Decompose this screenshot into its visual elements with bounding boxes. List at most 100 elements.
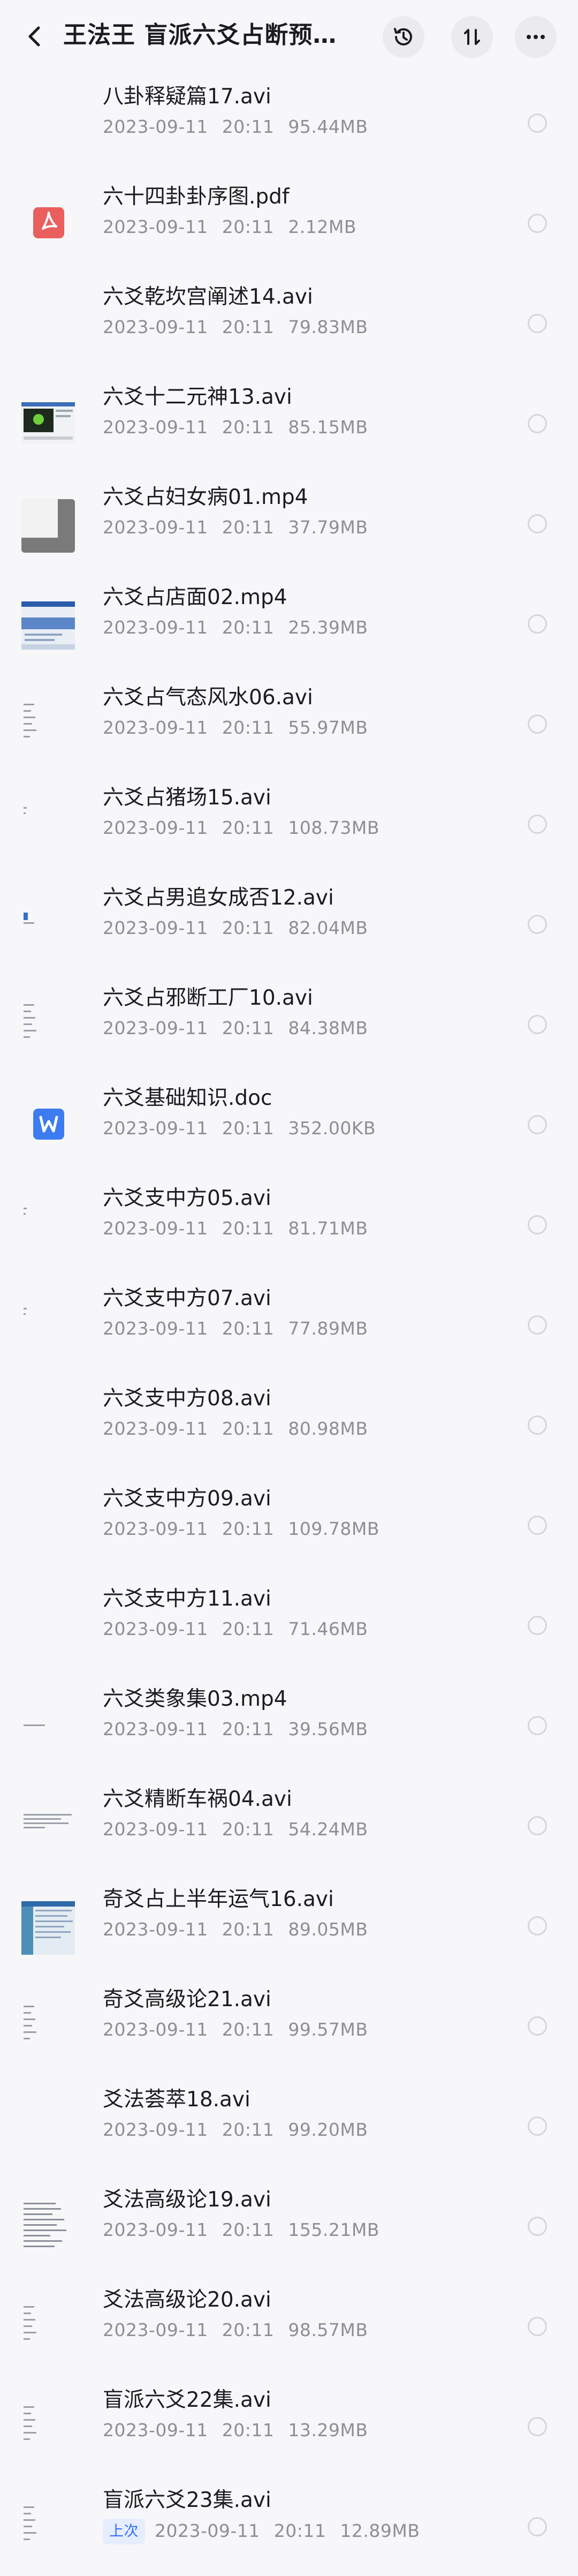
file-name: 奇爻高级论21.avi [103,1987,271,2012]
file-row[interactable]: 爻法高级论19.avi 2023-09-11 20:11 155.21MB [0,2175,578,2276]
file-row[interactable]: 爻法高级论20.avi 2023-09-11 20:11 98.57MB [0,2276,578,2376]
select-radio[interactable] [528,1916,547,1935]
file-row[interactable]: 奇爻占上半年运气16.avi 2023-09-11 20:11 89.05MB [0,1875,578,1975]
select-radio[interactable] [528,1615,547,1635]
file-row[interactable]: 六爻支中方08.avi 2023-09-11 20:11 80.98MB [0,1374,578,1474]
file-meta: 上次 2023-09-11 20:11 12.89MB [103,2519,420,2544]
file-row[interactable]: 六爻支中方09.avi 2023-09-11 20:11 109.78MB [0,1474,578,1575]
file-time: 20:11 [222,1819,275,1840]
file-row[interactable]: 六十四卦卦序图.pdf 2023-09-11 20:11 2.12MB [0,172,578,273]
select-radio[interactable] [528,413,547,433]
file-name: 六爻占邪断工厂10.avi [103,986,313,1010]
back-arrow-icon[interactable] [20,21,50,51]
select-radio[interactable] [528,714,547,734]
file-thumbnail [21,1692,75,1757]
select-radio[interactable] [528,1816,547,1835]
file-meta: 2023-09-11 20:11 13.29MB [103,2419,368,2442]
file-size: 109.78MB [288,1518,379,1539]
select-radio[interactable] [528,1515,547,1535]
select-radio[interactable] [528,2517,547,2536]
file-name: 六爻占男追女成否12.avi [103,886,334,910]
more-button[interactable] [515,16,557,58]
file-thumbnail [21,1993,75,2057]
select-radio[interactable] [528,2116,547,2136]
file-meta: 2023-09-11 20:11 39.56MB [103,1718,368,1741]
file-row[interactable]: 八卦释疑篇17.avi 2023-09-11 20:11 95.44MB [0,72,578,172]
file-size: 54.24MB [288,1819,368,1840]
file-date: 2023-09-11 [103,216,208,237]
file-meta: 2023-09-11 20:11 80.98MB [103,1417,368,1441]
select-radio[interactable] [528,2016,547,2036]
file-row[interactable]: 六爻占男追女成否12.avi 2023-09-11 20:11 82.04MB [0,873,578,974]
select-radio[interactable] [528,1315,547,1335]
file-row[interactable]: 盲派六爻23集.avi 上次 2023-09-11 20:11 12.89MB [0,2476,578,2576]
select-radio[interactable] [528,313,547,333]
file-date: 2023-09-11 [103,116,208,137]
file-row[interactable]: 六爻占猪场15.avi 2023-09-11 20:11 108.73MB [0,773,578,873]
file-time: 20:11 [222,417,275,438]
file-name: 六爻支中方09.avi [103,1487,271,1511]
last-opened-badge: 上次 [103,2519,145,2544]
select-radio[interactable] [528,213,547,233]
select-radio[interactable] [528,814,547,834]
file-date: 2023-09-11 [103,1919,208,1940]
file-row[interactable]: 六爻类象集03.mp4 2023-09-11 20:11 39.56MB [0,1675,578,1775]
select-radio[interactable] [528,514,547,533]
file-row[interactable]: 六爻支中方05.avi 2023-09-11 20:11 81.71MB [0,1174,578,1274]
file-size: 84.38MB [288,1018,368,1038]
file-date: 2023-09-11 [103,617,208,638]
file-row[interactable]: 六爻占气态风水06.avi 2023-09-11 20:11 55.97MB [0,673,578,773]
sort-button[interactable] [451,16,493,58]
file-name: 六爻占气态风水06.avi [103,686,313,710]
file-thumbnail [21,591,75,655]
file-row[interactable]: 六爻占妇女病01.mp4 2023-09-11 20:11 37.79MB [0,473,578,573]
file-size: 55.97MB [288,717,368,738]
file-size: 99.20MB [288,2119,368,2140]
file-thumbnail [21,1792,75,1857]
file-row[interactable]: 六爻乾坎宫阐述14.avi 2023-09-11 20:11 79.83MB [0,273,578,373]
file-row[interactable]: 六爻占邪断工厂10.avi 2023-09-11 20:11 84.38MB [0,974,578,1074]
file-row[interactable]: 奇爻高级论21.avi 2023-09-11 20:11 99.57MB [0,1975,578,2075]
select-radio[interactable] [528,614,547,634]
file-thumbnail [21,1292,75,1356]
file-time: 20:11 [273,2520,326,2541]
file-meta: 2023-09-11 20:11 37.79MB [103,516,368,539]
select-radio[interactable] [528,113,547,133]
file-size: 79.83MB [288,317,368,337]
select-radio[interactable] [528,2416,547,2436]
file-row[interactable]: 六爻支中方11.avi 2023-09-11 20:11 71.46MB [0,1575,578,1675]
file-row[interactable]: 爻法荟萃18.avi 2023-09-11 20:11 99.20MB [0,2075,578,2175]
file-row[interactable]: 六爻占店面02.mp4 2023-09-11 20:11 25.39MB [0,573,578,673]
file-thumbnail [21,891,75,955]
file-meta: 2023-09-11 20:11 77.89MB [103,1317,368,1340]
file-time: 20:11 [222,1418,275,1439]
file-time: 20:11 [222,1719,275,1739]
select-radio[interactable] [528,1415,547,1435]
file-row[interactable]: 六爻十二元神13.avi 2023-09-11 20:11 85.15MB [0,373,578,473]
select-radio[interactable] [528,1215,547,1234]
file-thumbnail [21,290,75,355]
select-radio[interactable] [528,1014,547,1034]
file-meta: 2023-09-11 20:11 98.57MB [103,2318,368,2342]
history-button[interactable] [383,16,424,58]
file-size: 2.12MB [288,216,356,237]
select-radio[interactable] [528,914,547,934]
file-row[interactable]: 六爻支中方07.avi 2023-09-11 20:11 77.89MB [0,1274,578,1374]
file-meta: 2023-09-11 20:11 108.73MB [103,816,379,840]
file-row[interactable]: 六爻精断车祸04.avi 2023-09-11 20:11 54.24MB [0,1775,578,1875]
select-radio[interactable] [528,2316,547,2336]
file-time: 20:11 [222,1919,275,1940]
file-row[interactable]: 六爻基础知识.doc 2023-09-11 20:11 352.00KB [0,1074,578,1174]
file-row[interactable]: 盲派六爻22集.avi 2023-09-11 20:11 13.29MB [0,2376,578,2476]
file-meta: 2023-09-11 20:11 2.12MB [103,215,356,239]
file-thumbnail [21,1492,75,1556]
file-name: 八卦释疑篇17.avi [103,85,271,109]
file-date: 2023-09-11 [103,2119,208,2140]
file-time: 20:11 [222,2219,275,2240]
select-radio[interactable] [528,1715,547,1735]
file-thumbnail [21,90,75,154]
file-size: 108.73MB [288,817,379,838]
select-radio[interactable] [528,2216,547,2236]
select-radio[interactable] [528,1114,547,1134]
file-thumbnail [21,2293,75,2357]
